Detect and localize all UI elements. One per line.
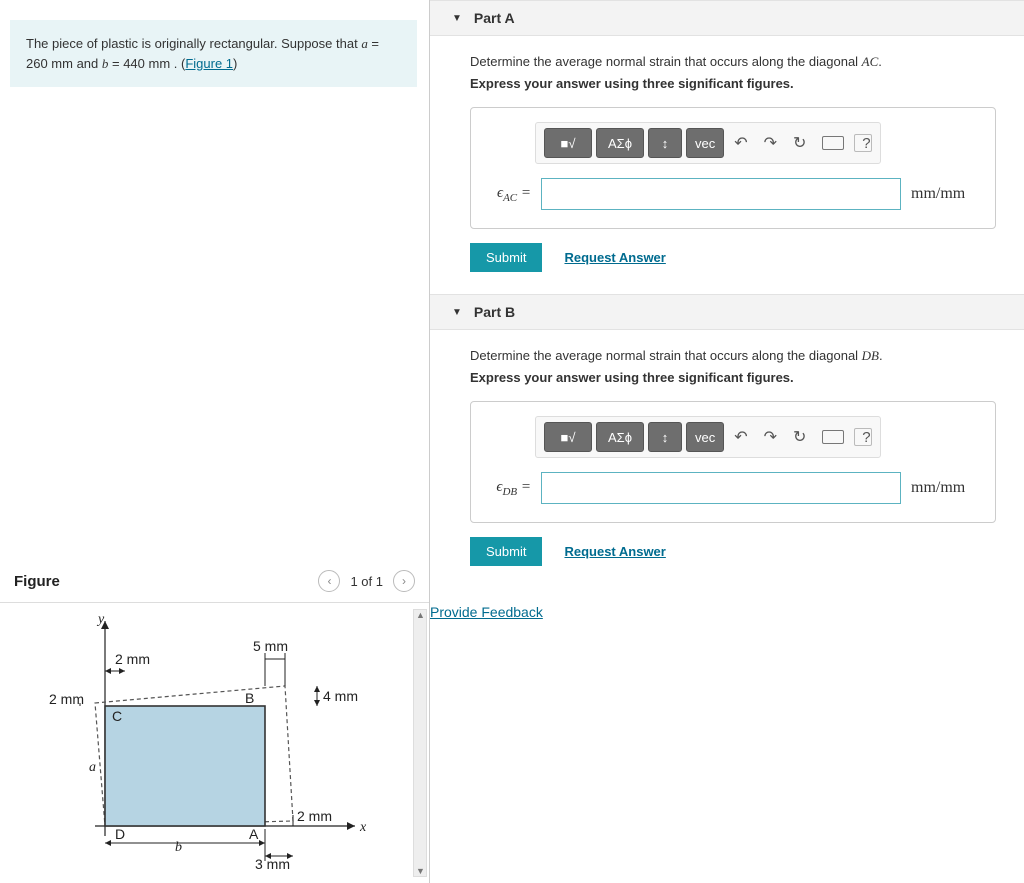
part-b-answer-box: ■√ ΑΣϕ ↕ vec ↶ ↷ ↻ ? ϵDB = mm/mm: [470, 401, 996, 523]
part-b-var: ϵDB =: [491, 479, 531, 498]
figure-pane: x y C B A D a b 5 mm: [0, 603, 429, 883]
part-a-unit: mm/mm: [911, 185, 965, 203]
side-a: a: [89, 760, 96, 775]
dim-2mm-l: 2 mm: [49, 691, 84, 707]
figure-link[interactable]: Figure 1: [185, 56, 233, 71]
pa-ppost: .: [878, 54, 882, 69]
part-b-instr: Express your answer using three signific…: [470, 370, 996, 385]
part-a-answer-box: ■√ ΑΣϕ ↕ vec ↶ ↷ ↻ ? ϵAC = mm/mm: [470, 107, 996, 229]
help-icon[interactable]: ?: [854, 134, 872, 152]
figure-next-button[interactable]: ›: [393, 570, 415, 592]
part-a-request-answer[interactable]: Request Answer: [564, 250, 665, 265]
part-b-prompt: Determine the average normal strain that…: [470, 348, 996, 364]
axis-y: y: [96, 612, 105, 627]
and-word: and: [73, 56, 102, 71]
part-b-answer-row: ϵDB = mm/mm: [491, 472, 975, 504]
val-b: = 440 mm: [108, 56, 170, 71]
part-a-toolbar: ■√ ΑΣϕ ↕ vec ↶ ↷ ↻ ?: [535, 122, 881, 164]
part-a-instr: Express your answer using three signific…: [470, 76, 996, 91]
part-b-header[interactable]: ▼ Part B: [430, 294, 1024, 330]
problem-prefix: The piece of plastic is originally recta…: [26, 36, 361, 51]
dim-3mm: 3 mm: [255, 856, 290, 871]
part-a-header[interactable]: ▼ Part A: [430, 0, 1024, 36]
suffix2: ): [233, 56, 237, 71]
dim-2mm-t: 2 mm: [115, 651, 150, 667]
part-a-title: Part A: [474, 10, 515, 26]
figure-header: Figure ‹ 1 of 1 ›: [0, 564, 429, 603]
undo-icon[interactable]: ↶: [728, 427, 753, 447]
part-a-input[interactable]: [541, 178, 901, 210]
redo-icon[interactable]: ↷: [758, 427, 783, 447]
vec-button[interactable]: vec: [686, 128, 724, 158]
pb-ppost: .: [879, 348, 883, 363]
suffix1: . (: [170, 56, 185, 71]
undo-icon[interactable]: ↶: [728, 133, 753, 153]
vec-button[interactable]: vec: [686, 422, 724, 452]
dim-4mm: 4 mm: [323, 688, 358, 704]
templates-button[interactable]: ■√: [544, 128, 592, 158]
pt-A: A: [249, 826, 259, 842]
figure-svg: x y C B A D a b 5 mm: [35, 611, 385, 871]
scripts-button[interactable]: ↕: [648, 422, 682, 452]
figure-prev-button[interactable]: ‹: [318, 570, 340, 592]
side-b: b: [175, 840, 182, 855]
part-b-toolbar: ■√ ΑΣϕ ↕ vec ↶ ↷ ↻ ?: [535, 416, 881, 458]
pt-D: D: [115, 826, 125, 842]
greek-button[interactable]: ΑΣϕ: [596, 422, 644, 452]
axis-x: x: [359, 820, 367, 835]
caret-down-icon: ▼: [452, 13, 462, 24]
figure-label: Figure: [14, 573, 60, 590]
pt-C: C: [112, 708, 122, 724]
scripts-button[interactable]: ↕: [648, 128, 682, 158]
reset-icon[interactable]: ↻: [787, 427, 812, 447]
part-a-answer-row: ϵAC = mm/mm: [491, 178, 975, 210]
part-b-submit[interactable]: Submit: [470, 537, 542, 566]
part-b-request-answer[interactable]: Request Answer: [564, 544, 665, 559]
part-a-prompt: Determine the average normal strain that…: [470, 54, 996, 70]
pb-ppre: Determine the average normal strain that…: [470, 348, 862, 363]
dim-5mm: 5 mm: [253, 638, 288, 654]
figure-scrollbar[interactable]: [413, 609, 427, 877]
pa-diag: AC: [862, 54, 879, 69]
caret-down-icon: ▼: [452, 307, 462, 318]
part-b-title: Part B: [474, 304, 515, 320]
dim-2mm-b: 2 mm: [297, 808, 332, 824]
part-b-body: Determine the average normal strain that…: [430, 330, 1024, 588]
help-icon[interactable]: ?: [854, 428, 872, 446]
part-a-body: Determine the average normal strain that…: [430, 36, 1024, 294]
pt-B: B: [245, 690, 254, 706]
pa-ppre: Determine the average normal strain that…: [470, 54, 862, 69]
problem-statement: The piece of plastic is originally recta…: [10, 20, 417, 87]
pb-diag: DB: [862, 348, 879, 363]
figure-nav: ‹ 1 of 1 ›: [318, 570, 415, 592]
keyboard-icon[interactable]: [816, 136, 850, 150]
figure-count: 1 of 1: [346, 574, 387, 589]
keyboard-icon[interactable]: [816, 430, 850, 444]
templates-button[interactable]: ■√: [544, 422, 592, 452]
redo-icon[interactable]: ↷: [758, 133, 783, 153]
reset-icon[interactable]: ↻: [787, 133, 812, 153]
provide-feedback-link[interactable]: Provide Feedback: [430, 594, 543, 620]
part-a-var: ϵAC =: [491, 185, 531, 204]
greek-button[interactable]: ΑΣϕ: [596, 128, 644, 158]
part-b-unit: mm/mm: [911, 479, 965, 497]
part-b-input[interactable]: [541, 472, 901, 504]
part-a-submit[interactable]: Submit: [470, 243, 542, 272]
